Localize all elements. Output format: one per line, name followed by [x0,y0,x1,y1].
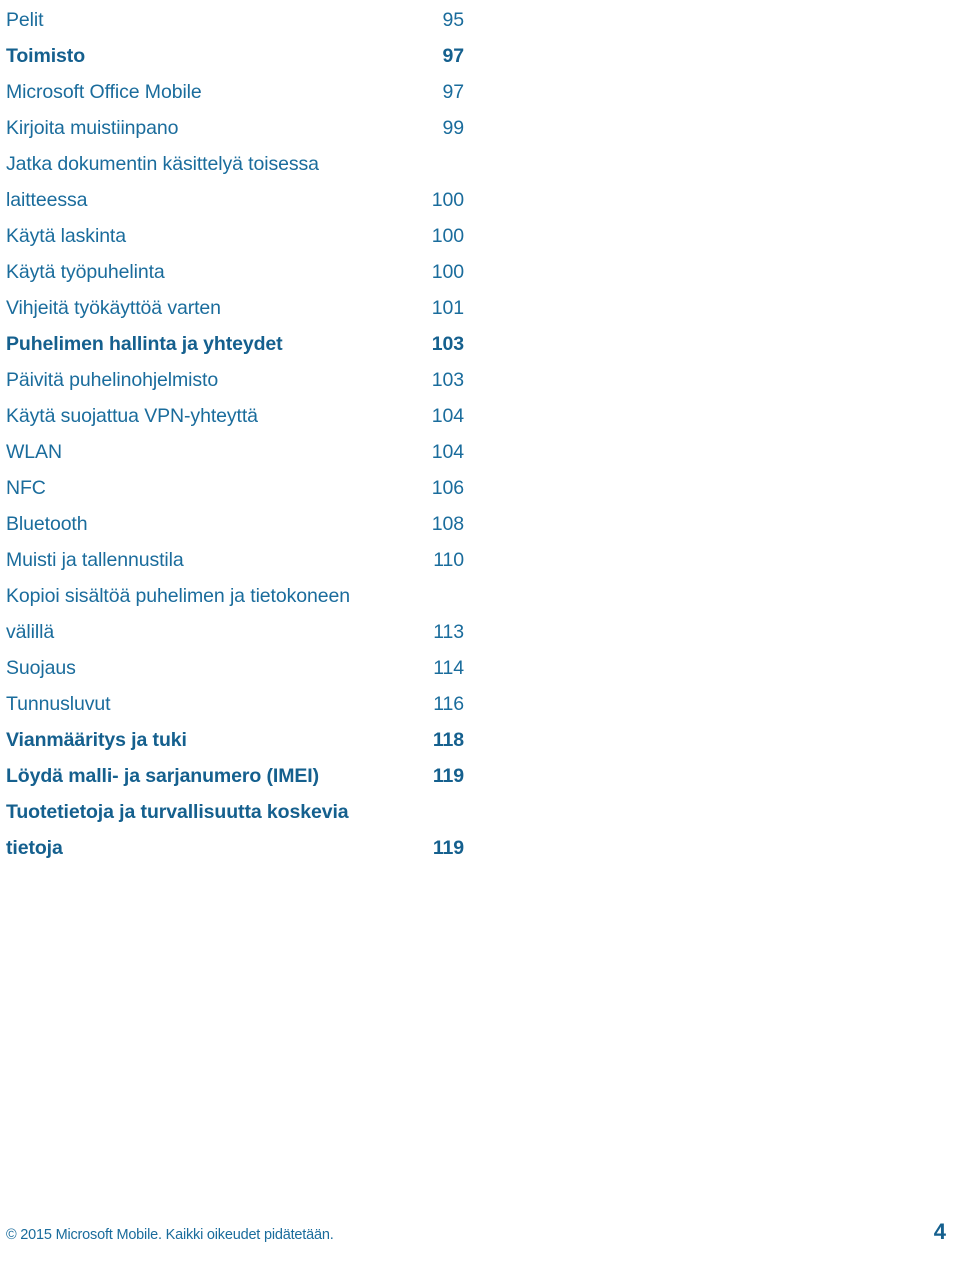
toc-entry-page-number: 95 [442,9,465,31]
toc-entry-page-number: 97 [442,45,465,67]
toc-entry-page-number: 106 [431,477,464,499]
toc-entry-title: Toimisto [6,45,85,67]
toc-entry-title: Suojaus [6,657,76,679]
toc-entry[interactable]: WLAN 104 [6,434,464,470]
toc-entry-title: Vihjeitä työkäyttöä varten [6,297,221,319]
toc-entry[interactable]: Muisti ja tallennustila 110 [6,542,464,578]
toc-entry-title: Käytä suojattua VPN-yhteyttä [6,405,258,427]
toc-entry-title: Tunnusluvut [6,693,111,715]
toc-entry[interactable]: Puhelimen hallinta ja yhteydet 103 [6,326,464,362]
toc-entry-page-number: 116 [433,693,464,715]
toc-entry[interactable]: Pelit 95 [6,2,464,38]
toc-entry-page-number: 103 [431,333,464,355]
toc-entry-page-number: 119 [432,837,464,859]
toc-entry-title: Tuotetietoja ja turvallisuutta koskevia … [6,801,349,859]
toc-entry[interactable]: Löydä malli- ja sarjanumero (IMEI) 119 [6,758,464,794]
toc-entry-page-number: 100 [431,189,464,211]
toc-entry-page-number: 104 [431,441,464,463]
toc-entry[interactable]: Toimisto 97 [6,38,464,74]
toc-entry-title: Jatka dokumentin käsittelyä toisessa lai… [6,153,319,211]
toc-entry[interactable]: Käytä työpuhelinta 100 [6,254,464,290]
toc-entry-title: Vianmääritys ja tuki [6,729,187,751]
toc-entry-page-number: 114 [433,657,464,679]
toc-entry[interactable]: Jatka dokumentin käsittelyä toisessa lai… [6,146,464,218]
toc-entry[interactable]: Microsoft Office Mobile 97 [6,74,464,110]
toc-entry[interactable]: NFC 106 [6,470,464,506]
toc-entry[interactable]: Päivitä puhelinohjelmisto 103 [6,362,464,398]
toc-entry[interactable]: Vihjeitä työkäyttöä varten 101 [6,290,464,326]
toc-entry-page-number: 110 [433,549,464,571]
toc-entry-page-number: 108 [431,513,464,535]
toc-entry[interactable]: Tunnusluvut 116 [6,686,464,722]
toc-entry-title: Pelit [6,9,44,31]
toc-entry-page-number: 97 [442,81,465,103]
toc-entry-title: NFC [6,477,46,499]
toc-entry-title: Kopioi sisältöä puhelimen ja tietokoneen… [6,585,350,643]
toc-entry-title: Löydä malli- ja sarjanumero (IMEI) [6,765,320,787]
toc-entry[interactable]: Tuotetietoja ja turvallisuutta koskevia … [6,794,464,866]
toc-entry-page-number: 118 [432,729,464,751]
toc-entry-page-number: 119 [432,765,464,787]
page-footer: © 2015 Microsoft Mobile. Kaikki oikeudet… [6,1221,946,1247]
toc-entry-page-number: 99 [442,117,465,139]
toc-entry[interactable]: Käytä suojattua VPN-yhteyttä 104 [6,398,464,434]
toc-entry-page-number: 100 [431,225,464,247]
copyright-notice: © 2015 Microsoft Mobile. Kaikki oikeudet… [6,1227,334,1243]
toc-entry-title: Käytä työpuhelinta [6,261,165,283]
toc-entry[interactable]: Kirjoita muistiinpano 99 [6,110,464,146]
table-of-contents: Pelit 95 Toimisto 97 Microsoft Office Mobile… [6,2,464,866]
toc-entry-title: Kirjoita muistiinpano [6,117,179,139]
toc-entry-page-number: 101 [431,297,464,319]
toc-entry-title: Bluetooth [6,513,88,535]
toc-entry-page-number: 103 [431,369,464,391]
toc-entry[interactable]: Bluetooth 108 [6,506,464,542]
toc-entry-title: Puhelimen hallinta ja yhteydet [6,333,283,355]
toc-entry-title: Käytä laskinta [6,225,126,247]
toc-entry-page-number: 104 [431,405,464,427]
toc-entry[interactable]: Vianmääritys ja tuki 118 [6,722,464,758]
toc-entry-page-number: 113 [433,621,464,643]
toc-entry-title: Muisti ja tallennustila [6,549,184,571]
toc-entry[interactable]: Käytä laskinta 100 [6,218,464,254]
document-page: Pelit 95 Toimisto 97 Microsoft Office Mobile… [0,0,960,1264]
toc-entry-page-number: 100 [431,261,464,283]
toc-entry-title: Microsoft Office Mobile [6,81,202,103]
page-number: 4 [933,1219,946,1244]
toc-entry-title: WLAN [6,441,62,463]
toc-entry[interactable]: Kopioi sisältöä puhelimen ja tietokoneen… [6,578,464,650]
toc-entry[interactable]: Suojaus 114 [6,650,464,686]
toc-entry-title: Päivitä puhelinohjelmisto [6,369,219,391]
